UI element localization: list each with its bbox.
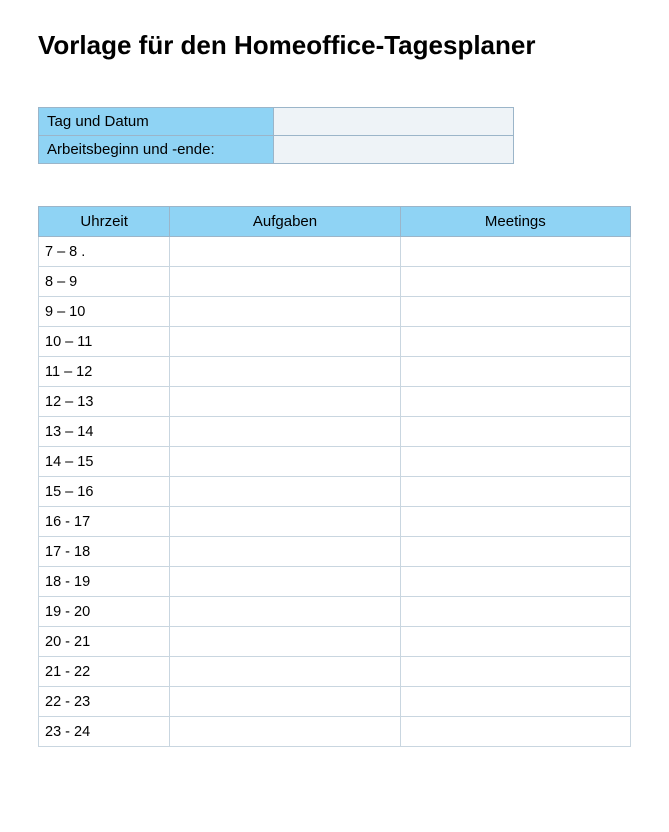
info-table: Tag und DatumArbeitsbeginn und -ende:: [38, 107, 514, 164]
schedule-table: Uhrzeit Aufgaben Meetings 7 – 8 .8 – 99 …: [38, 206, 631, 747]
schedule-row: 23 - 24: [39, 717, 631, 747]
schedule-row: 22 - 23: [39, 687, 631, 717]
meetings-cell[interactable]: [400, 627, 630, 657]
tasks-cell[interactable]: [170, 507, 400, 537]
time-cell: 11 – 12: [39, 357, 170, 387]
schedule-row: 21 - 22: [39, 657, 631, 687]
time-cell: 10 – 11: [39, 327, 170, 357]
tasks-cell[interactable]: [170, 297, 400, 327]
schedule-row: 16 - 17: [39, 507, 631, 537]
info-value[interactable]: [274, 136, 514, 164]
schedule-row: 17 - 18: [39, 537, 631, 567]
meetings-cell[interactable]: [400, 237, 630, 267]
meetings-cell[interactable]: [400, 657, 630, 687]
meetings-cell[interactable]: [400, 327, 630, 357]
meetings-cell[interactable]: [400, 537, 630, 567]
tasks-cell[interactable]: [170, 627, 400, 657]
time-cell: 20 - 21: [39, 627, 170, 657]
schedule-row: 11 – 12: [39, 357, 631, 387]
schedule-row: 15 – 16: [39, 477, 631, 507]
time-cell: 23 - 24: [39, 717, 170, 747]
schedule-row: 12 – 13: [39, 387, 631, 417]
time-cell: 19 - 20: [39, 597, 170, 627]
time-cell: 7 – 8 .: [39, 237, 170, 267]
time-cell: 15 – 16: [39, 477, 170, 507]
time-cell: 9 – 10: [39, 297, 170, 327]
meetings-cell[interactable]: [400, 417, 630, 447]
schedule-row: 20 - 21: [39, 627, 631, 657]
schedule-row: 9 – 10: [39, 297, 631, 327]
meetings-cell[interactable]: [400, 507, 630, 537]
meetings-cell[interactable]: [400, 477, 630, 507]
time-cell: 16 - 17: [39, 507, 170, 537]
info-row: Tag und Datum: [39, 108, 514, 136]
time-cell: 17 - 18: [39, 537, 170, 567]
time-cell: 12 – 13: [39, 387, 170, 417]
meetings-cell[interactable]: [400, 597, 630, 627]
schedule-row: 13 – 14: [39, 417, 631, 447]
time-cell: 14 – 15: [39, 447, 170, 477]
page-title: Vorlage für den Homeoffice-Tagesplaner: [38, 30, 631, 61]
schedule-row: 10 – 11: [39, 327, 631, 357]
schedule-row: 19 - 20: [39, 597, 631, 627]
tasks-cell[interactable]: [170, 717, 400, 747]
tasks-cell[interactable]: [170, 357, 400, 387]
schedule-row: 8 – 9: [39, 267, 631, 297]
tasks-cell[interactable]: [170, 417, 400, 447]
schedule-row: 7 – 8 .: [39, 237, 631, 267]
time-cell: 21 - 22: [39, 657, 170, 687]
tasks-cell[interactable]: [170, 327, 400, 357]
header-time: Uhrzeit: [39, 207, 170, 237]
time-cell: 18 - 19: [39, 567, 170, 597]
tasks-cell[interactable]: [170, 657, 400, 687]
tasks-cell[interactable]: [170, 387, 400, 417]
meetings-cell[interactable]: [400, 267, 630, 297]
tasks-cell[interactable]: [170, 447, 400, 477]
info-label: Arbeitsbeginn und -ende:: [39, 136, 274, 164]
meetings-cell[interactable]: [400, 357, 630, 387]
tasks-cell[interactable]: [170, 597, 400, 627]
header-tasks: Aufgaben: [170, 207, 400, 237]
time-cell: 22 - 23: [39, 687, 170, 717]
tasks-cell[interactable]: [170, 687, 400, 717]
tasks-cell[interactable]: [170, 567, 400, 597]
info-row: Arbeitsbeginn und -ende:: [39, 136, 514, 164]
meetings-cell[interactable]: [400, 297, 630, 327]
meetings-cell[interactable]: [400, 567, 630, 597]
meetings-cell[interactable]: [400, 687, 630, 717]
time-cell: 13 – 14: [39, 417, 170, 447]
meetings-cell[interactable]: [400, 717, 630, 747]
tasks-cell[interactable]: [170, 267, 400, 297]
schedule-row: 14 – 15: [39, 447, 631, 477]
time-cell: 8 – 9: [39, 267, 170, 297]
schedule-row: 18 - 19: [39, 567, 631, 597]
header-meetings: Meetings: [400, 207, 630, 237]
tasks-cell[interactable]: [170, 477, 400, 507]
meetings-cell[interactable]: [400, 387, 630, 417]
tasks-cell[interactable]: [170, 537, 400, 567]
info-label: Tag und Datum: [39, 108, 274, 136]
info-value[interactable]: [274, 108, 514, 136]
tasks-cell[interactable]: [170, 237, 400, 267]
meetings-cell[interactable]: [400, 447, 630, 477]
